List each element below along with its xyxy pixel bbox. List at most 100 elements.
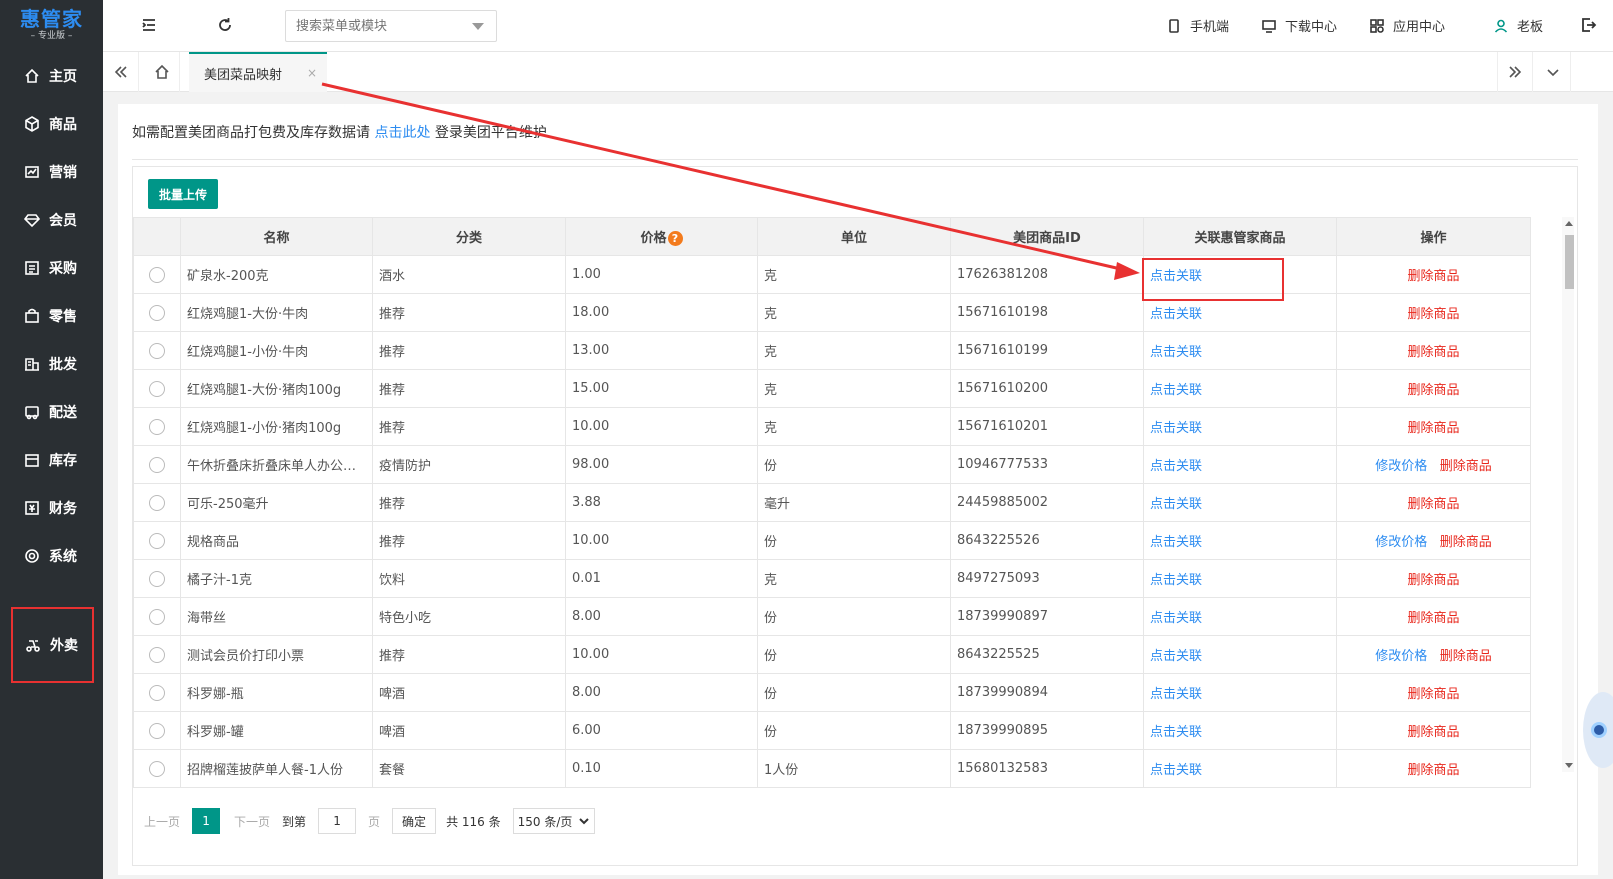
sidebar-item-finance[interactable]: 财务: [0, 484, 103, 532]
help-icon[interactable]: ?: [667, 231, 683, 246]
row-radio[interactable]: [149, 760, 165, 777]
delete-product-link[interactable]: 删除商品: [1407, 383, 1459, 398]
cell-actions: 删除商品: [1336, 331, 1531, 370]
chevron-down-icon[interactable]: [472, 23, 484, 30]
close-icon[interactable]: ×: [307, 66, 317, 80]
download-center-link[interactable]: 下载中心: [1261, 16, 1337, 35]
row-radio[interactable]: [149, 342, 165, 359]
user-menu[interactable]: 老板: [1493, 16, 1543, 35]
sidebar-item-delivery[interactable]: 配送: [0, 388, 103, 436]
edit-price-link[interactable]: 修改价格: [1375, 649, 1427, 664]
link-product-link[interactable]: 点击关联: [1150, 383, 1202, 398]
delete-product-link[interactable]: 删除商品: [1407, 687, 1459, 702]
home-tab-icon[interactable]: [144, 52, 180, 92]
cell-actions: 删除商品: [1336, 673, 1531, 712]
sidebar-item-label: 财务: [49, 501, 77, 517]
delete-product-link[interactable]: 删除商品: [1407, 725, 1459, 740]
sidebar-item-system[interactable]: 系统: [0, 532, 103, 580]
goto-confirm-button[interactable]: 确定: [392, 808, 437, 834]
row-radio[interactable]: [149, 570, 165, 587]
tabs-dropdown-icon[interactable]: [1535, 52, 1571, 92]
edit-price-link[interactable]: 修改价格: [1375, 535, 1427, 550]
refresh-icon[interactable]: [216, 16, 236, 36]
sidebar-item-marketing[interactable]: 营销: [0, 148, 103, 196]
search-input[interactable]: [285, 10, 497, 42]
sidebar-item-inventory[interactable]: 库存: [0, 436, 103, 484]
mobile-link[interactable]: 手机端: [1166, 16, 1229, 35]
link-product-link[interactable]: 点击关联: [1150, 345, 1202, 360]
sidebar-item-purchase[interactable]: 采购: [0, 244, 103, 292]
row-radio[interactable]: [149, 722, 165, 739]
scroll-up-icon[interactable]: [1565, 221, 1573, 226]
cell-meituan-id: 18739990895: [950, 711, 1144, 750]
next-page-button[interactable]: 下一页: [234, 813, 270, 830]
row-radio[interactable]: [149, 456, 165, 473]
delete-product-link[interactable]: 删除商品: [1440, 649, 1492, 664]
batch-upload-button[interactable]: 批量上传: [148, 179, 218, 209]
tabs-scroll-left-icon[interactable]: [103, 52, 139, 92]
row-radio[interactable]: [149, 532, 165, 549]
delete-product-link[interactable]: 删除商品: [1407, 611, 1459, 626]
row-select-cell: [133, 597, 181, 636]
list-icon: [25, 261, 39, 275]
sidebar-item-retail[interactable]: 零售: [0, 292, 103, 340]
edit-price-link[interactable]: 修改价格: [1375, 459, 1427, 474]
row-radio[interactable]: [149, 266, 165, 283]
link-product-link[interactable]: 点击关联: [1150, 611, 1202, 626]
cell-actions: 删除商品: [1336, 293, 1531, 332]
row-select-cell: [133, 673, 181, 712]
link-product-link[interactable]: 点击关联: [1150, 725, 1202, 740]
row-radio[interactable]: [149, 608, 165, 625]
link-product-link[interactable]: 点击关联: [1150, 535, 1202, 550]
link-product-link[interactable]: 点击关联: [1150, 573, 1202, 588]
table-row: 可乐-250毫升 推荐 3.88 毫升 24459885002 点击关联 删除商品: [133, 483, 1531, 522]
delete-product-link[interactable]: 删除商品: [1407, 421, 1459, 436]
row-radio[interactable]: [149, 380, 165, 397]
meituan-login-link[interactable]: 点击此处: [374, 125, 430, 141]
cell-link: 点击关联: [1143, 597, 1337, 636]
page-1-button[interactable]: 1: [192, 808, 221, 834]
row-radio[interactable]: [149, 646, 165, 663]
delete-product-link[interactable]: 删除商品: [1407, 497, 1459, 512]
link-product-link[interactable]: 点击关联: [1150, 687, 1202, 702]
prev-page-button[interactable]: 上一页: [144, 813, 180, 830]
sidebar-item-home[interactable]: 主页: [0, 52, 103, 100]
sidebar-item-wholesale[interactable]: 批发: [0, 340, 103, 388]
delete-product-link[interactable]: 删除商品: [1407, 763, 1459, 778]
delete-product-link[interactable]: 删除商品: [1440, 459, 1492, 474]
tab-meituan-mapping[interactable]: 美团菜品映射 ×: [189, 52, 327, 92]
menu-toggle-icon[interactable]: [140, 16, 160, 36]
delete-product-link[interactable]: 删除商品: [1407, 307, 1459, 322]
link-product-link[interactable]: 点击关联: [1150, 649, 1202, 664]
link-product-link[interactable]: 点击关联: [1150, 459, 1202, 474]
row-select-cell: [133, 749, 181, 788]
table-container: 名称 分类 价格? 单位 美团商品ID 关联惠管家商品 操作 矿泉水-200克酒…: [133, 217, 1563, 823]
delete-product-link[interactable]: 删除商品: [1407, 345, 1459, 360]
link-product-link[interactable]: 点击关联: [1150, 497, 1202, 512]
logout-icon[interactable]: [1579, 16, 1599, 36]
link-product-link[interactable]: 点击关联: [1150, 763, 1202, 778]
page-size-select[interactable]: 150 条/页: [512, 808, 596, 834]
sidebar-item-takeout[interactable]: 外卖: [11, 607, 94, 683]
cell-price: 1.00: [565, 255, 758, 294]
row-radio[interactable]: [149, 304, 165, 321]
sidebar-item-members[interactable]: 会员: [0, 196, 103, 244]
table-scrollbar[interactable]: [1562, 217, 1574, 772]
tabs-scroll-right-icon[interactable]: [1497, 52, 1533, 92]
scroll-thumb[interactable]: [1565, 235, 1574, 289]
row-radio[interactable]: [149, 494, 165, 511]
row-radio[interactable]: [149, 684, 165, 701]
delete-product-link[interactable]: 删除商品: [1407, 269, 1459, 284]
scroll-down-icon[interactable]: [1565, 763, 1573, 768]
sidebar-item-label: 配送: [49, 405, 77, 421]
delete-product-link[interactable]: 删除商品: [1440, 535, 1492, 550]
app-center-link[interactable]: 应用中心: [1369, 16, 1445, 35]
sidebar-item-products[interactable]: 商品: [0, 100, 103, 148]
monitor-icon: [1262, 19, 1276, 33]
delete-product-link[interactable]: 删除商品: [1407, 573, 1459, 588]
cell-name: 海带丝: [180, 597, 373, 636]
goto-page-input[interactable]: [318, 808, 357, 834]
link-product-link[interactable]: 点击关联: [1150, 421, 1202, 436]
row-radio[interactable]: [149, 418, 165, 435]
link-product-link[interactable]: 点击关联: [1150, 307, 1202, 322]
